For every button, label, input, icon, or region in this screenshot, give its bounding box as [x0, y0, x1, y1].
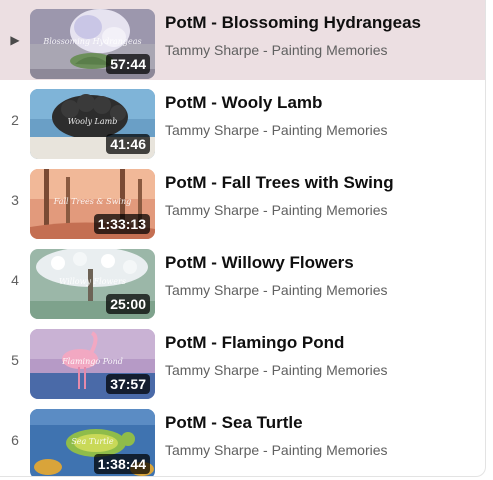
video-thumbnail[interactable]: Fall Trees & Swing 1:33:13	[30, 169, 155, 239]
thumbnail-caption: Flamingo Pond	[62, 357, 123, 366]
video-meta: PotM - Wooly Lamb Tammy Sharpe - Paintin…	[165, 93, 479, 138]
video-title[interactable]: PotM - Willowy Flowers	[165, 253, 479, 273]
video-meta: PotM - Flamingo Pond Tammy Sharpe - Pain…	[165, 333, 479, 378]
thumbnail-caption: Fall Trees & Swing	[53, 197, 132, 206]
video-thumbnail[interactable]: Flamingo Pond 37:57	[30, 329, 155, 399]
thumbnail-caption: Blossoming Hydrangeas	[43, 37, 142, 46]
video-meta: PotM - Willowy Flowers Tammy Sharpe - Pa…	[165, 253, 479, 298]
playlist-item-6[interactable]: 6 Sea Turtle 1:38:44 PotM - Sea Turtle T…	[0, 400, 485, 476]
playlist-item-2[interactable]: 2 Wooly Lamb 41:46 PotM - Wooly Lamb Tam…	[0, 80, 485, 160]
playlist-item-5[interactable]: 5 Flamingo Pond 37:57 PotM - Flamingo Po…	[0, 320, 485, 400]
duration-badge: 41:46	[106, 134, 150, 154]
video-meta: PotM - Blossoming Hydrangeas Tammy Sharp…	[165, 13, 479, 58]
playlist-item-4[interactable]: 4 Willowy Flowers 25:00 PotM - Willowy F…	[0, 240, 485, 320]
video-title[interactable]: PotM - Sea Turtle	[165, 413, 479, 433]
duration-badge: 57:44	[106, 54, 150, 74]
video-thumbnail[interactable]: Willowy Flowers 25:00	[30, 249, 155, 319]
duration-badge: 1:38:44	[93, 454, 150, 474]
item-index: 3	[11, 192, 19, 208]
thumbnail-caption: Wooly Lamb	[67, 117, 118, 126]
video-thumbnail[interactable]: Sea Turtle 1:38:44	[30, 409, 155, 476]
item-index: 5	[11, 352, 19, 368]
channel-name[interactable]: Tammy Sharpe - Painting Memories	[165, 42, 479, 58]
video-title[interactable]: PotM - Flamingo Pond	[165, 333, 479, 353]
video-title[interactable]: PotM - Wooly Lamb	[165, 93, 479, 113]
thumbnail-caption: Sea Turtle	[71, 437, 114, 446]
playlist-item-3[interactable]: 3 Fall Trees & Swing 1:33:13 PotM - Fall…	[0, 160, 485, 240]
item-index: 6	[11, 432, 19, 448]
thumbnail-caption: Willowy Flowers	[59, 277, 126, 286]
video-meta: PotM - Fall Trees with Swing Tammy Sharp…	[165, 173, 479, 218]
channel-name[interactable]: Tammy Sharpe - Painting Memories	[165, 442, 479, 458]
duration-badge: 37:57	[106, 374, 150, 394]
video-title[interactable]: PotM - Fall Trees with Swing	[165, 173, 479, 193]
item-index: 2	[11, 112, 19, 128]
channel-name[interactable]: Tammy Sharpe - Painting Memories	[165, 282, 479, 298]
duration-badge: 1:33:13	[93, 214, 150, 234]
channel-name[interactable]: Tammy Sharpe - Painting Memories	[165, 202, 479, 218]
video-thumbnail[interactable]: Wooly Lamb 41:46	[30, 89, 155, 159]
channel-name[interactable]: Tammy Sharpe - Painting Memories	[165, 122, 479, 138]
video-thumbnail[interactable]: Blossoming Hydrangeas 57:44	[30, 9, 155, 79]
playlist-panel: ▶ Blossoming Hydrangeas 57:44 PotM - Blo…	[0, 0, 486, 477]
duration-badge: 25:00	[106, 294, 150, 314]
video-meta: PotM - Sea Turtle Tammy Sharpe - Paintin…	[165, 413, 479, 458]
channel-name[interactable]: Tammy Sharpe - Painting Memories	[165, 362, 479, 378]
video-title[interactable]: PotM - Blossoming Hydrangeas	[165, 13, 479, 33]
item-index: 4	[11, 272, 19, 288]
now-playing-icon: ▶	[10, 33, 20, 47]
playlist-item-1[interactable]: ▶ Blossoming Hydrangeas 57:44 PotM - Blo…	[0, 0, 485, 80]
